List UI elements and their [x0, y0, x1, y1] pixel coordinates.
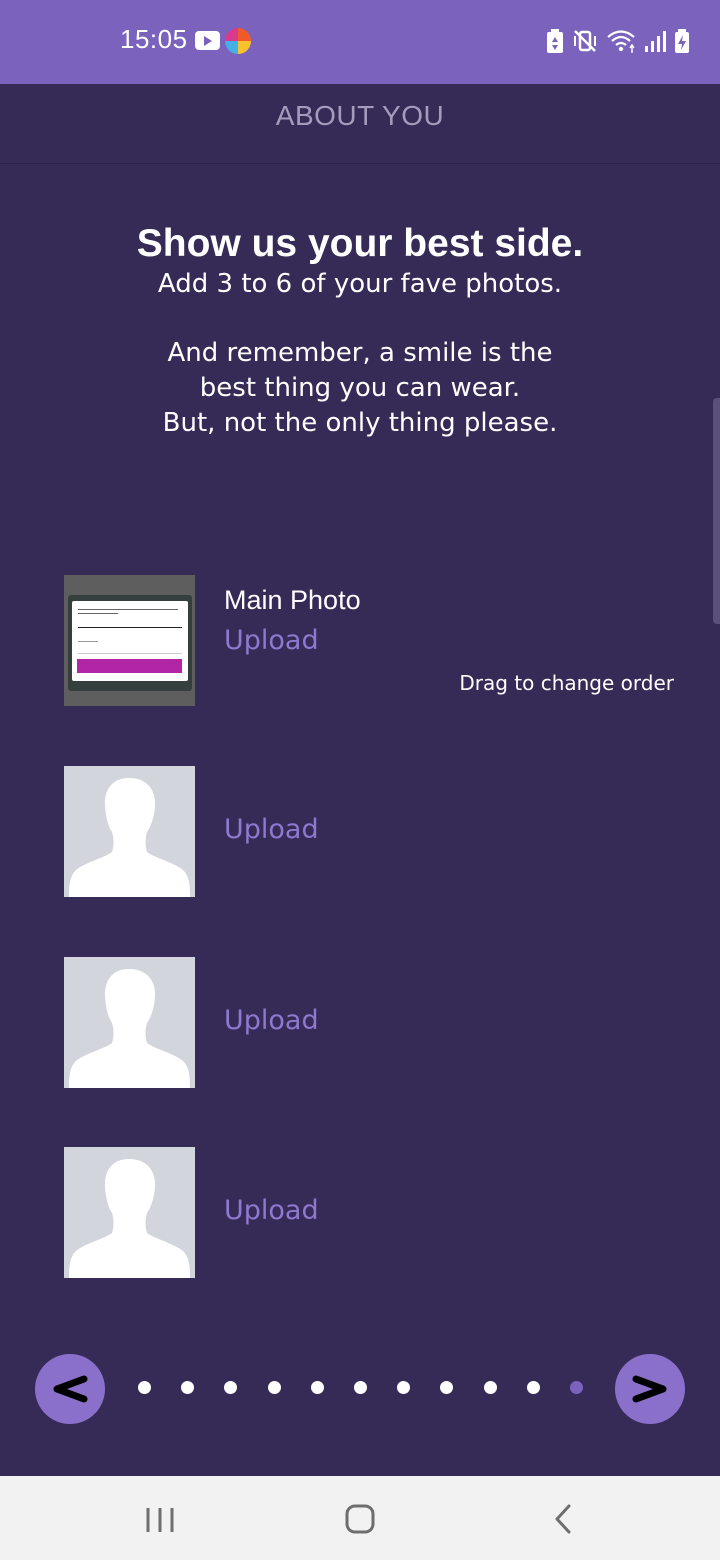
back-icon[interactable] [545, 1476, 585, 1560]
drag-hint: Drag to change order [459, 671, 674, 695]
signal-icon [645, 31, 666, 52]
recent-apps-icon[interactable] [140, 1476, 180, 1560]
photo-placeholder-thumbnail[interactable] [64, 957, 195, 1088]
photo-slot-2[interactable]: Upload [64, 766, 684, 897]
status-time: 15:05 [120, 24, 188, 54]
app-icon [225, 28, 251, 54]
step-dot [354, 1381, 367, 1394]
wifi-icon [607, 30, 635, 53]
step-dot [526, 1381, 540, 1394]
step-dot [483, 1381, 497, 1394]
person-placeholder-icon [69, 969, 190, 1088]
status-bar: 15:05 [0, 0, 720, 84]
mute-vibrate-icon [574, 30, 596, 52]
upload-link-4[interactable]: Upload [224, 1195, 319, 1226]
main-photo-label: Main Photo [224, 585, 361, 615]
photo-placeholder-thumbnail[interactable] [64, 1147, 195, 1278]
upload-link-2[interactable]: Upload [224, 814, 319, 845]
system-navigation-bar [0, 1476, 720, 1560]
photo-slot-4[interactable]: Upload [64, 1147, 684, 1278]
step-dot [181, 1381, 195, 1394]
step-dot [224, 1381, 238, 1394]
chevron-right-icon [632, 1375, 667, 1403]
thumbnail-image [68, 595, 192, 691]
scrollbar[interactable] [713, 398, 720, 624]
upload-link-1[interactable]: Upload [224, 625, 319, 656]
intro-section: Show us your best side. Add 3 to 6 of yo… [0, 222, 720, 441]
intro-note-line: best thing you can wear. [199, 373, 521, 403]
app-header: ABOUT YOU [0, 84, 720, 164]
home-icon[interactable] [340, 1476, 380, 1560]
chevron-left-icon [53, 1375, 88, 1403]
step-indicator [138, 1381, 588, 1395]
battery-charging-icon [675, 29, 689, 53]
intro-subtitle: Add 3 to 6 of your fave photos. [157, 269, 563, 299]
intro-note: And remember, a smile is the best thing … [0, 336, 720, 441]
person-placeholder-icon [69, 1159, 190, 1278]
previous-button[interactable] [35, 1354, 105, 1424]
next-button[interactable] [615, 1354, 685, 1424]
step-dot [440, 1381, 454, 1394]
person-placeholder-icon [69, 778, 190, 897]
photo-placeholder-thumbnail[interactable] [64, 766, 195, 897]
step-dot [397, 1381, 411, 1394]
intro-note-line: And remember, a smile is the [167, 338, 553, 368]
battery-saver-icon [547, 29, 563, 53]
main-photo-thumbnail[interactable] [64, 575, 195, 706]
status-icons [546, 26, 690, 56]
step-dot [267, 1381, 281, 1394]
page-title: ABOUT YOU [275, 100, 445, 131]
intro-note-line: But, not the only thing please. [162, 408, 558, 438]
photo-slot-3[interactable]: Upload [64, 957, 684, 1088]
photo-slot-main[interactable]: Main Photo Upload Drag to change order [64, 575, 684, 706]
youtube-icon [195, 31, 220, 50]
step-dot [310, 1381, 324, 1394]
intro-headline: Show us your best side. [136, 222, 584, 265]
upload-link-3[interactable]: Upload [224, 1005, 319, 1036]
step-dot [138, 1381, 151, 1394]
step-dot [570, 1381, 583, 1394]
